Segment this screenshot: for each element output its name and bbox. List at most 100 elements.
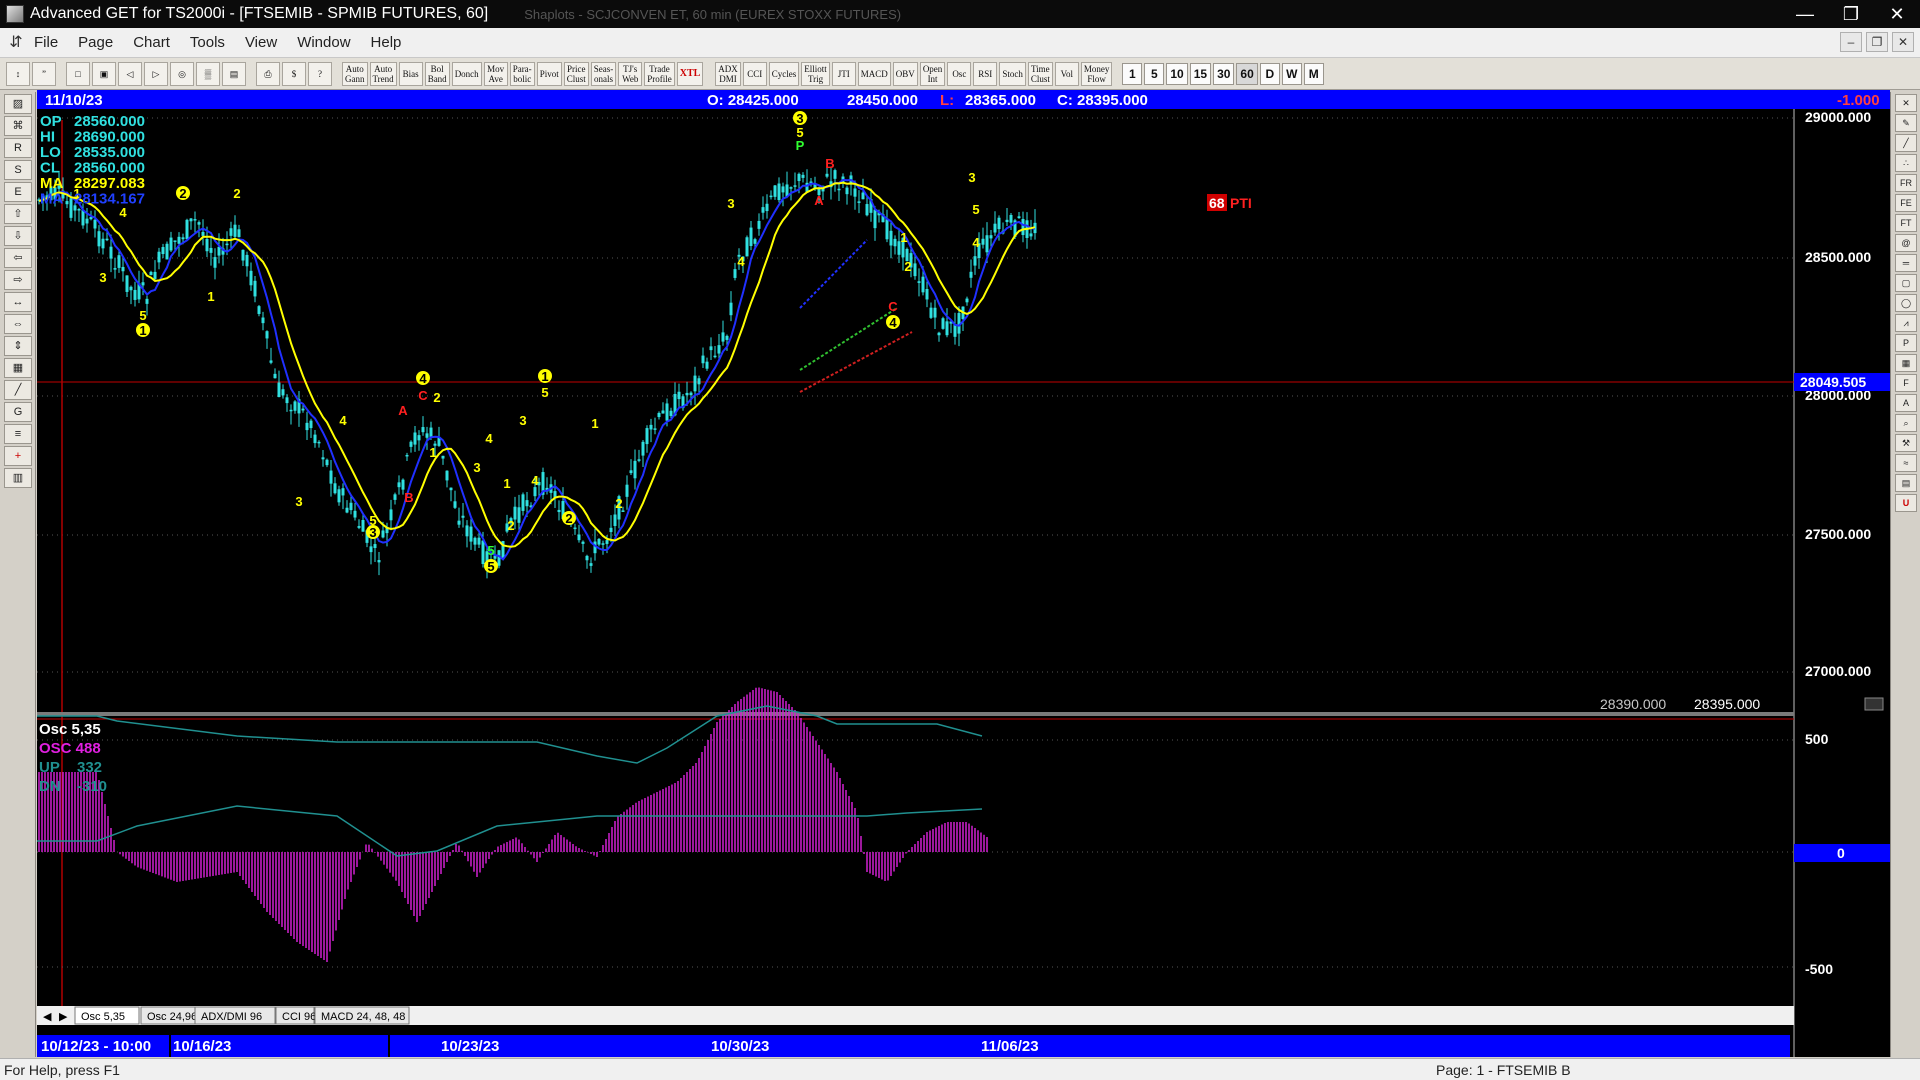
indicator-button[interactable]: Money Flow <box>1080 61 1113 86</box>
map-icon[interactable]: ⌘ <box>4 116 32 136</box>
indicator-button[interactable]: Price Clust <box>563 61 589 86</box>
indicator-tab-label[interactable]: Osc 24,96 <box>147 1011 197 1023</box>
back-icon[interactable]: ◁ <box>118 61 142 86</box>
indicator-button[interactable]: OBV <box>892 61 918 86</box>
timeframe-button[interactable]: 1 <box>1122 62 1143 85</box>
reset-icon[interactable]: R <box>4 138 32 158</box>
magnifier-icon[interactable]: ⌕ <box>1895 414 1917 432</box>
forward-icon[interactable]: ▷ <box>144 61 168 86</box>
indicator-button[interactable]: XTL <box>676 61 704 86</box>
indicator-button[interactable]: Pivot <box>536 61 562 86</box>
grid-tool-icon[interactable]: ▦ <box>1895 354 1917 372</box>
document-icon[interactable]: ⇵ <box>6 33 26 53</box>
indicator-tab-label[interactable]: CCI 96 <box>282 1011 316 1023</box>
menu-view[interactable]: View <box>245 34 277 51</box>
gann-icon[interactable]: G <box>4 402 32 422</box>
indicator-button[interactable]: MACD <box>857 61 891 86</box>
price-chart[interactable]: 11/10/23 O: 28425.000 28450.000 L: 28365… <box>37 90 1890 1057</box>
fan-icon[interactable]: ∴ <box>1895 154 1917 172</box>
table-icon[interactable]: ▦ <box>4 358 32 378</box>
scroll-corner-icon[interactable] <box>1864 697 1884 711</box>
timeframe-button[interactable]: W <box>1281 62 1302 85</box>
quote-icon[interactable]: ” <box>32 61 56 86</box>
chart-window[interactable]: 11/10/23 O: 28425.000 28450.000 L: 28365… <box>37 90 1890 1057</box>
trend-line[interactable] <box>799 239 868 309</box>
timeframe-button[interactable]: 10 <box>1166 62 1188 85</box>
help-icon[interactable]: ? <box>308 61 332 86</box>
layout-icon[interactable]: ▤ <box>222 61 246 86</box>
fib-icon[interactable]: ≡ <box>4 424 32 444</box>
indicator-button[interactable]: Bias <box>398 61 423 86</box>
indicator-button[interactable]: Open Int <box>919 61 946 86</box>
timeframe-button[interactable]: 15 <box>1189 62 1212 85</box>
pane-separator[interactable] <box>37 712 1794 716</box>
undo-icon[interactable]: U <box>1895 494 1917 512</box>
indicator-button[interactable]: Vol <box>1054 61 1079 86</box>
indicator-button[interactable]: TJ's Web <box>618 61 643 86</box>
paint-icon[interactable]: ⚒ <box>1895 434 1917 452</box>
menu-page[interactable]: Page <box>78 34 113 51</box>
tab-prev-arrow[interactable]: ◀ <box>43 1011 52 1023</box>
child-restore-button[interactable]: ❐ <box>1866 32 1888 52</box>
indicator-button[interactable]: ADX DMI <box>715 61 741 86</box>
lines-icon[interactable]: ╱ <box>4 380 32 400</box>
folder-icon[interactable]: ▨ <box>4 94 32 114</box>
cycles-tool-icon[interactable]: ≈ <box>1895 454 1917 472</box>
channel-icon[interactable]: ═ <box>1895 254 1917 272</box>
indicator-button[interactable]: Mov Ave <box>483 61 508 86</box>
study-icon[interactable]: S <box>4 160 32 180</box>
indicator-button[interactable]: Osc <box>947 61 972 86</box>
fib-time-icon[interactable]: FT <box>1895 214 1917 232</box>
menu-window[interactable]: Window <box>297 34 350 51</box>
expand-icon[interactable]: ⇔ <box>4 314 32 334</box>
fob-icon[interactable]: F <box>1895 374 1917 392</box>
arrow-up-icon[interactable]: ⇧ <box>4 204 32 224</box>
delete-line-icon[interactable]: ✕ <box>1895 94 1917 112</box>
minimize-button[interactable]: — <box>1782 0 1828 28</box>
text-tool-icon[interactable]: A <box>1895 394 1917 412</box>
timeframe-button[interactable]: 60 <box>1236 62 1258 85</box>
price-axis[interactable] <box>1794 109 1890 729</box>
elliott-icon[interactable]: E <box>4 182 32 202</box>
pti-icon[interactable]: P <box>1895 334 1917 352</box>
indicator-tab-label[interactable]: Osc 5,35 <box>81 1011 125 1023</box>
print-icon[interactable]: ⎙ <box>256 61 280 86</box>
menu-tools[interactable]: Tools <box>190 34 225 51</box>
pencil-icon[interactable]: ✎ <box>1895 114 1917 132</box>
child-minimize-button[interactable]: – <box>1840 32 1862 52</box>
timeframe-button[interactable]: 30 <box>1213 62 1235 85</box>
indicator-button[interactable]: Stoch <box>999 61 1026 86</box>
maximize-button[interactable]: ❐ <box>1828 0 1874 28</box>
indicator-tab-label[interactable]: MACD 24, 48, 48 <box>321 1011 405 1023</box>
spiral-icon[interactable]: @ <box>1895 234 1917 252</box>
indicator-button[interactable]: Auto Gann <box>342 61 368 86</box>
indicator-button[interactable]: Cycles <box>768 61 800 86</box>
indicator-button[interactable]: Elliott Trig <box>801 61 830 86</box>
menu-help[interactable]: Help <box>371 34 402 51</box>
indicator-button[interactable]: Auto Trend <box>369 61 397 86</box>
andrews-icon[interactable]: ⩘ <box>1895 314 1917 332</box>
ellipse-icon[interactable]: ◯ <box>1895 294 1917 312</box>
compress-icon[interactable]: ↔ <box>4 292 32 312</box>
menu-file[interactable]: File <box>34 34 58 51</box>
open-icon[interactable]: ▣ <box>92 61 116 86</box>
indicator-button[interactable]: Trade Profile <box>644 61 675 86</box>
timeframe-button[interactable]: M <box>1303 62 1324 85</box>
trend-line[interactable] <box>799 331 913 393</box>
timeframe-button[interactable]: D <box>1259 62 1280 85</box>
indicator-button[interactable]: JTI <box>831 61 856 86</box>
indicator-button[interactable]: Para- bolic <box>509 61 535 86</box>
tab-next-arrow[interactable]: ▶ <box>59 1011 68 1023</box>
indicator-button[interactable]: Seas- onals <box>590 61 617 86</box>
fib-ext-icon[interactable]: FE <box>1895 194 1917 212</box>
indicator-button[interactable]: Time Clust <box>1027 61 1053 86</box>
new-page-icon[interactable]: □ <box>66 61 90 86</box>
arrow-left-icon[interactable]: ⇦ <box>4 248 32 268</box>
arrow-right-icon[interactable]: ⇨ <box>4 270 32 290</box>
indicator-button[interactable]: CCI <box>742 61 767 86</box>
zoom-icon[interactable]: ◎ <box>170 61 194 86</box>
indicator-button[interactable]: Bol Band <box>424 61 450 86</box>
indicator-button[interactable]: Donch <box>451 61 482 86</box>
trend-line[interactable] <box>799 307 898 371</box>
note-icon[interactable]: ▤ <box>1895 474 1917 492</box>
